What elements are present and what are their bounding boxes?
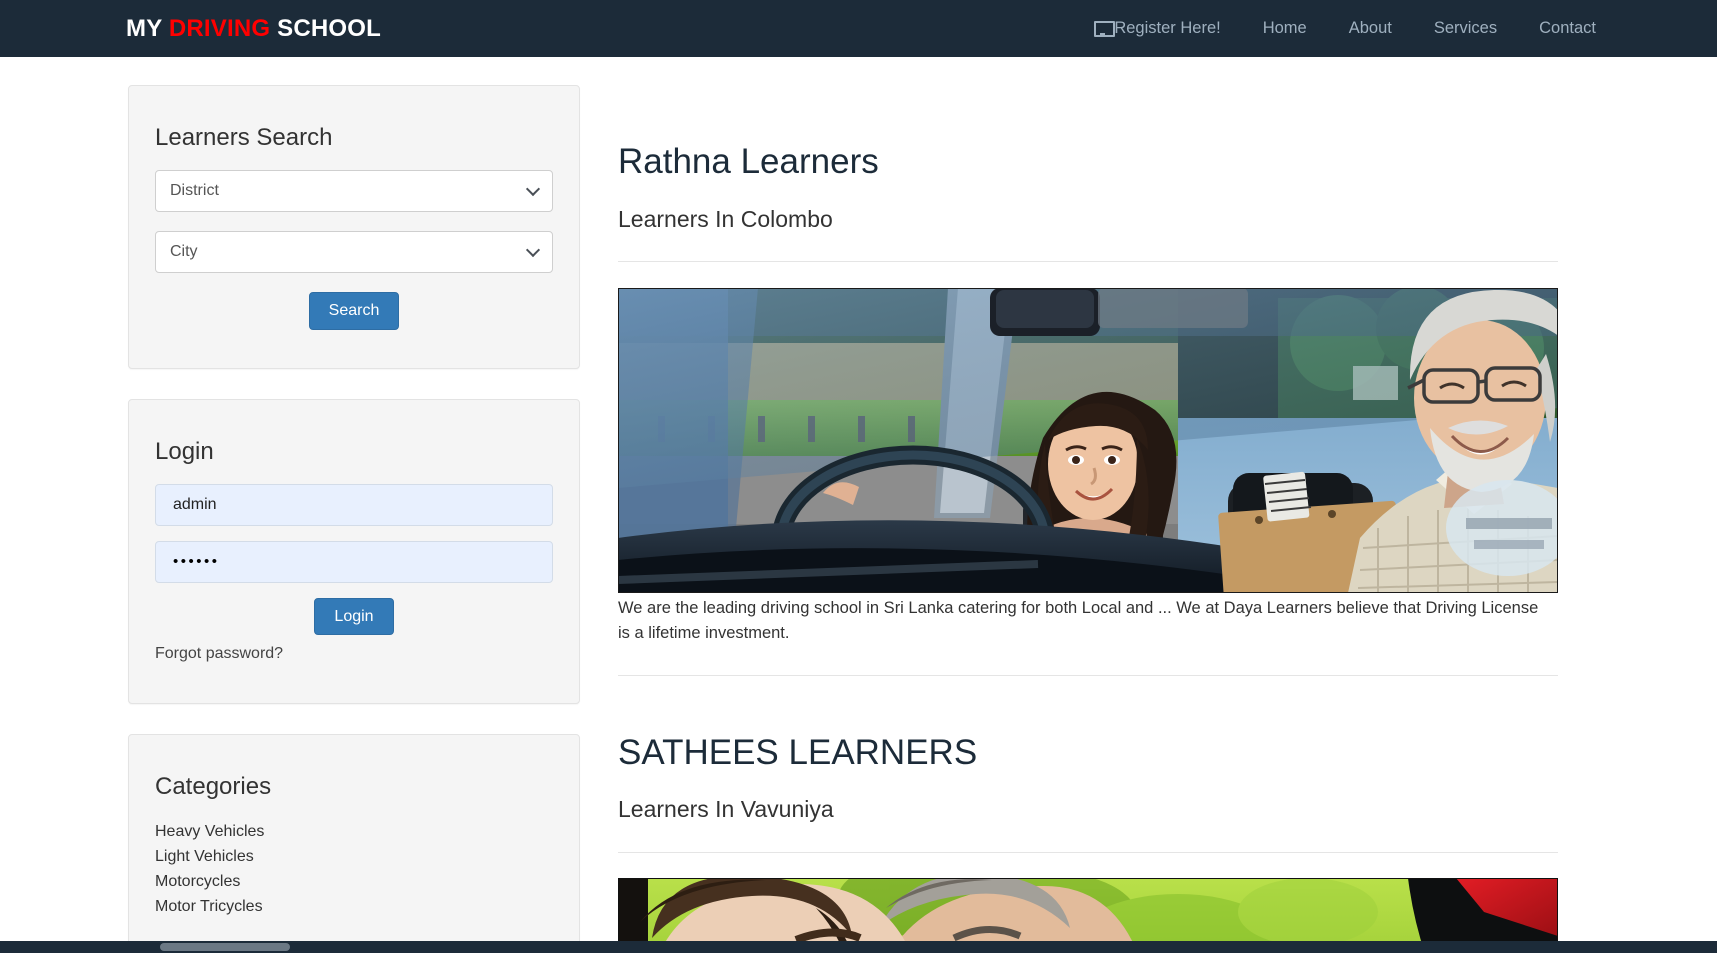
divider — [618, 852, 1558, 853]
site-logo[interactable]: MY DRIVING SCHOOL — [126, 15, 381, 43]
nav-label-services: Services — [1434, 19, 1497, 38]
login-button-row: Login — [155, 598, 553, 646]
nav-item-services[interactable]: Services — [1413, 19, 1518, 38]
learners-search-title: Learners Search — [155, 86, 553, 170]
categories-list: Heavy Vehicles Light Vehicles Motorcycle… — [155, 819, 553, 953]
search-button[interactable]: Search — [309, 292, 400, 330]
forgot-password-link[interactable]: Forgot password? — [155, 645, 553, 703]
desktop-icon — [1094, 21, 1111, 36]
nav-item-contact[interactable]: Contact — [1518, 19, 1617, 38]
listing-title: Rathna Learners — [618, 85, 1558, 182]
category-item[interactable]: Light Vehicles — [155, 844, 553, 869]
chevron-down-icon — [528, 248, 538, 258]
top-navbar: MY DRIVING SCHOOL Register Here! Home Ab… — [0, 0, 1717, 57]
categories-panel: Categories Heavy Vehicles Light Vehicles… — [128, 734, 580, 953]
nav-label-about: About — [1349, 19, 1392, 38]
divider — [618, 261, 1558, 262]
driving-lesson-photo — [618, 288, 1558, 593]
main-navigation: Register Here! Home About Services Conta… — [1073, 19, 1617, 38]
logo-prefix: MY — [126, 15, 169, 42]
logo-suffix: SCHOOL — [270, 15, 381, 42]
category-item[interactable]: Motorcycles — [155, 869, 553, 894]
nav-label-contact: Contact — [1539, 19, 1596, 38]
listing-photo[interactable] — [618, 288, 1558, 593]
listing-description: We are the leading driving school in Sri… — [618, 593, 1548, 646]
nav-item-about[interactable]: About — [1328, 19, 1413, 38]
category-item[interactable]: Heavy Vehicles — [155, 819, 553, 844]
learners-search-panel: Learners Search District City Search — [128, 85, 580, 369]
login-title: Login — [155, 400, 553, 484]
listing-subtitle: Learners In Vavuniya — [618, 772, 1558, 822]
city-select[interactable]: City — [155, 231, 553, 273]
login-panel: Login admin •••••• Login Forgot password… — [128, 399, 580, 705]
username-input[interactable]: admin — [155, 484, 553, 526]
main-content: Rathna Learners Learners In Colombo — [618, 85, 1558, 953]
nav-item-register[interactable]: Register Here! — [1073, 19, 1241, 38]
password-input[interactable]: •••••• — [155, 541, 553, 583]
category-item[interactable]: Motor Tricycles — [155, 894, 553, 919]
horizontal-scrollbar[interactable] — [0, 941, 1717, 953]
district-select[interactable]: District — [155, 170, 553, 212]
page-body: Learners Search District City Search Log… — [0, 57, 1717, 953]
listing-title: SATHEES LEARNERS — [618, 676, 1558, 773]
nav-label-home: Home — [1263, 19, 1307, 38]
city-select-value: City — [170, 243, 198, 261]
nav-item-home[interactable]: Home — [1242, 19, 1328, 38]
username-value: admin — [173, 496, 217, 514]
chevron-down-icon — [528, 187, 538, 197]
logo-accent: DRIVING — [169, 15, 270, 42]
sidebar: Learners Search District City Search Log… — [128, 85, 580, 953]
login-button[interactable]: Login — [314, 598, 393, 636]
password-value: •••••• — [173, 553, 220, 570]
district-select-value: District — [170, 182, 219, 200]
nav-label-register: Register Here! — [1114, 19, 1220, 38]
scrollbar-thumb[interactable] — [160, 943, 290, 951]
categories-title: Categories — [155, 735, 553, 819]
listing-subtitle: Learners In Colombo — [618, 182, 1558, 232]
search-button-row: Search — [155, 292, 553, 368]
